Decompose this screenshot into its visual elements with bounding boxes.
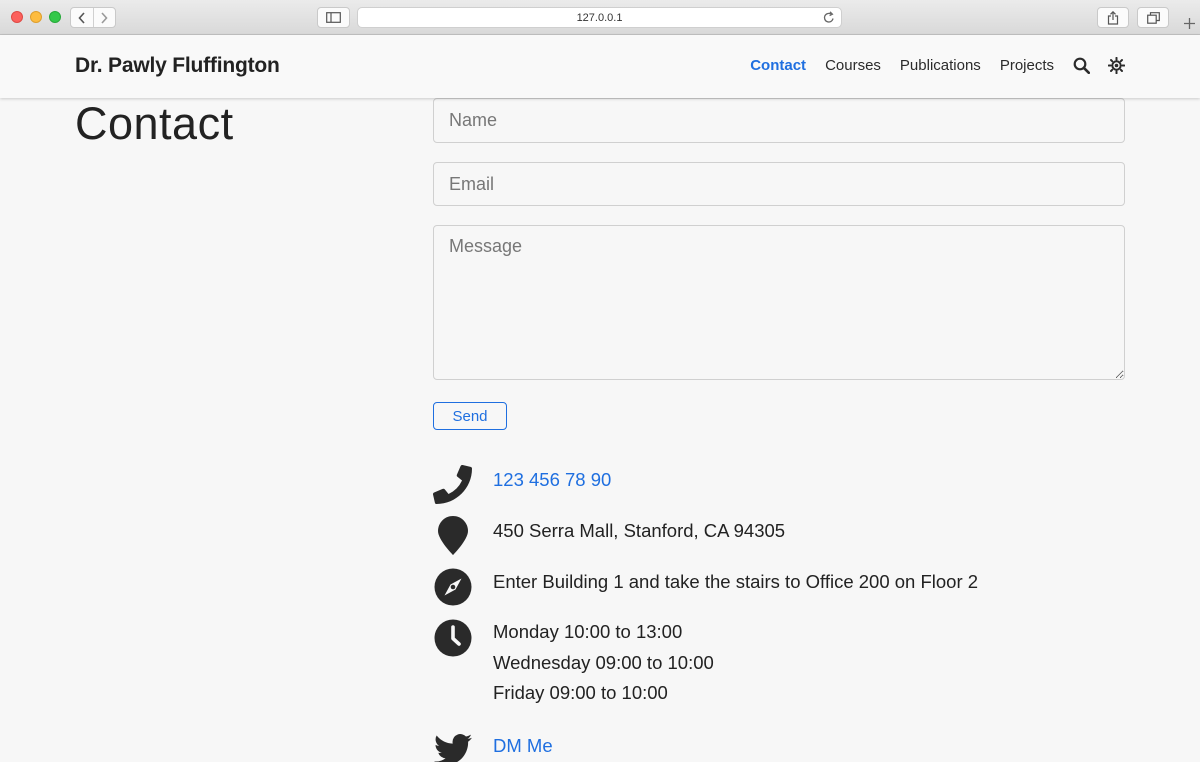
minimize-window-button[interactable] — [30, 11, 42, 23]
show-tabs-button[interactable] — [1137, 7, 1169, 28]
map-marker-icon — [433, 516, 472, 555]
theme-toggle-icon — [1107, 56, 1126, 75]
nav-link-courses[interactable]: Courses — [825, 57, 881, 74]
reload-button[interactable] — [823, 11, 835, 27]
nav-link-projects[interactable]: Projects — [1000, 57, 1054, 74]
tabs-icon — [1146, 11, 1160, 24]
zoom-window-button[interactable] — [49, 11, 61, 23]
theme-toggle-button[interactable] — [1107, 56, 1126, 79]
nav-links: Contact Courses Publications Projects — [750, 57, 1054, 74]
hours-line: Friday 09:00 to 10:00 — [493, 682, 668, 703]
hours-line: Monday 10:00 to 13:00 — [493, 621, 683, 642]
reload-icon — [823, 11, 834, 23]
url-text: 127.0.0.1 — [576, 11, 623, 24]
twitter-dm-link[interactable]: DM Me — [493, 735, 553, 757]
plus-icon — [1183, 18, 1195, 29]
page-title: Contact — [75, 98, 234, 149]
search-button[interactable] — [1073, 57, 1091, 79]
hours-line: Wednesday 09:00 to 10:00 — [493, 651, 714, 673]
site-brand[interactable]: Dr. Pawly Fluffington — [75, 54, 280, 78]
site-navbar: Dr. Pawly Fluffington Contact Courses Pu… — [0, 35, 1200, 98]
email-input[interactable] — [433, 162, 1125, 206]
clock-icon — [433, 619, 472, 657]
compass-icon — [433, 568, 472, 606]
phone-link[interactable]: 123 456 78 90 — [493, 469, 611, 491]
name-input[interactable] — [433, 98, 1125, 143]
forward-icon — [101, 11, 109, 24]
directions-text: Enter Building 1 and take the stairs to … — [493, 571, 979, 592]
window-controls — [11, 11, 61, 23]
new-tab-button[interactable] — [1178, 12, 1200, 35]
back-icon — [78, 11, 85, 24]
share-button[interactable] — [1097, 7, 1129, 28]
share-icon — [1107, 10, 1119, 25]
search-icon — [1073, 57, 1091, 75]
history-nav — [70, 7, 116, 28]
nav-link-contact[interactable]: Contact — [750, 57, 806, 74]
sidebar-icon — [326, 12, 341, 23]
nav-link-publications[interactable]: Publications — [900, 57, 981, 74]
close-window-button[interactable] — [11, 11, 23, 23]
address-bar[interactable]: 127.0.0.1 — [357, 7, 842, 28]
sidebar-toggle-button[interactable] — [317, 7, 350, 28]
message-textarea[interactable] — [433, 225, 1125, 380]
back-button[interactable] — [71, 8, 93, 27]
send-button[interactable]: Send — [433, 402, 507, 430]
phone-icon — [433, 465, 472, 504]
twitter-icon — [433, 734, 472, 762]
browser-toolbar: 127.0.0.1 — [0, 0, 1200, 35]
office-hours: Monday 10:00 to 13:00 Wednesday 09:00 to… — [493, 617, 714, 709]
address-text: 450 Serra Mall, Stanford, CA 94305 — [493, 520, 786, 541]
forward-button[interactable] — [92, 8, 115, 27]
